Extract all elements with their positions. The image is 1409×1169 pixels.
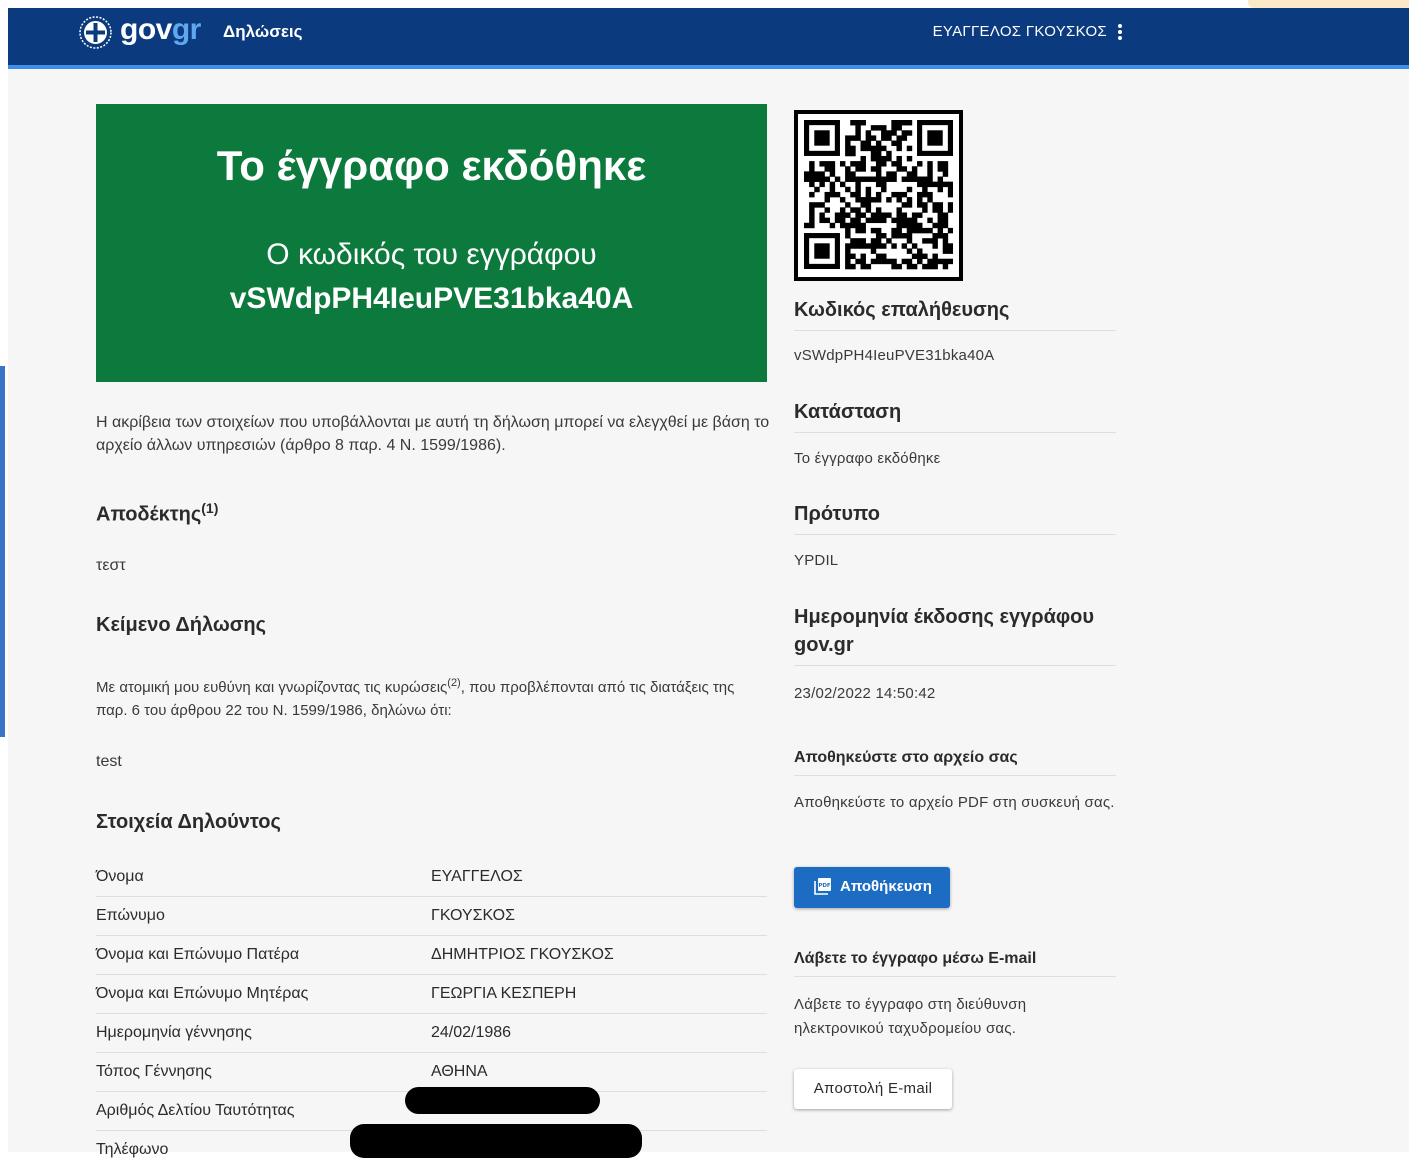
logo-main: gov xyxy=(120,13,172,46)
recipient-heading: Αποδέκτης(1) xyxy=(96,495,218,528)
declaration-heading: Κείμενο Δήλωσης xyxy=(96,614,267,636)
header-accent-line xyxy=(8,65,1409,69)
issue-date-value: 23/02/2022 14:50:42 xyxy=(794,685,936,702)
browser-tab-edge xyxy=(1248,0,1409,8)
footnote-1[interactable]: (1) xyxy=(201,500,218,516)
svg-text:PDF: PDF xyxy=(818,883,831,889)
banner-subtitle: Ο κωδικός του εγγράφου xyxy=(266,238,597,271)
declarant-table: Όνομα ΕΥΑΓΓΕΛΟΣ Επώνυμο ΓΚΟΥΣΚΟΣ Όνομα κ… xyxy=(96,858,767,1169)
save-button-label: Αποθήκευση xyxy=(840,878,932,895)
row-value: ΓΚΟΥΣΚΟΣ xyxy=(431,907,515,924)
row-label: Τηλέφωνο xyxy=(96,1141,169,1158)
table-row: Όνομα και Επώνυμο Μητέρας ΓΕΩΡΓΙΑ ΚΕΣΠΕΡ… xyxy=(96,975,767,1014)
save-pdf-button[interactable]: PDF Αποθήκευση xyxy=(794,867,950,908)
issued-banner: Το έγγραφο εκδόθηκε Ο κωδικός του εγγράφ… xyxy=(96,104,767,382)
email-heading: Λάβετε το έγγραφο μέσω E-mail xyxy=(794,948,1116,977)
table-row: Όνομα και Επώνυμο Πατέρα ΔΗΜΗΤΡΙΟΣ ΓΚΟΥΣ… xyxy=(96,936,767,975)
row-label: Όνομα και Επώνυμο Πατέρα xyxy=(96,946,300,963)
app-header xyxy=(8,8,1409,65)
banner-title: Το έγγραφο εκδόθηκε xyxy=(216,142,647,189)
row-label: Αριθμός Δελτίου Ταυτότητας xyxy=(96,1102,295,1119)
status-heading: Κατάσταση xyxy=(794,398,1116,433)
row-label: Ημερομηνία γέννησης xyxy=(96,1024,252,1041)
nav-title-declarations[interactable]: Δηλώσεις xyxy=(223,22,302,42)
declarant-heading: Στοιχεία Δηλούντος xyxy=(96,811,281,833)
template-heading: Πρότυπο xyxy=(794,500,1116,535)
template-value: YPDIL xyxy=(794,552,839,569)
row-value: ΑΘΗΝΑ xyxy=(431,1063,488,1080)
row-value: ΔΗΜΗΤΡΙΟΣ ΓΚΟΥΣΚΟΣ xyxy=(431,946,614,963)
greek-emblem-icon[interactable] xyxy=(79,16,112,49)
recipient-heading-text: Αποδέκτης xyxy=(96,503,202,526)
row-label: Όνομα και Επώνυμο Μητέρας xyxy=(96,985,309,1002)
table-row: Όνομα ΕΥΑΓΓΕΛΟΣ xyxy=(96,858,767,897)
save-description: Αποθηκεύστε το αρχείο PDF στη συσκευή σα… xyxy=(794,794,1115,811)
row-label: Όνομα xyxy=(96,868,144,885)
issue-date-heading: Ημερομηνία έκδοσης εγγράφου gov.gr xyxy=(794,603,1116,666)
more-vert-icon[interactable] xyxy=(1117,23,1123,41)
row-value: 24/02/1986 xyxy=(431,1024,512,1041)
redaction-phone xyxy=(350,1124,642,1158)
redaction-id-number xyxy=(405,1087,600,1114)
verification-code-heading: Κωδικός επαλήθευσης xyxy=(794,296,1116,331)
declaration-statement: Με ατομική μου ευθύνη και γνωρίζοντας τι… xyxy=(96,672,756,722)
banner-document-code: vSWdpPH4IeuPVE31bka40A xyxy=(229,282,634,315)
logo-accent: gr xyxy=(171,13,202,46)
declaration-text-before: Με ατομική μου ευθύνη και γνωρίζοντας τι… xyxy=(96,679,448,696)
user-name[interactable]: ΕΥΑΓΓΕΛΟΣ ΓΚΟΥΣΚΟΣ xyxy=(933,23,1107,41)
table-row: Ημερομηνία γέννησης 24/02/1986 xyxy=(96,1014,767,1053)
table-row: Επώνυμο ΓΚΟΥΣΚΟΣ xyxy=(96,897,767,936)
status-value: Το έγγραφο εκδόθηκε xyxy=(794,450,941,467)
footnote-2[interactable]: (2) xyxy=(447,677,460,689)
row-label: Επώνυμο xyxy=(96,907,165,924)
row-value: ΕΥΑΓΓΕΛΟΣ xyxy=(431,868,523,885)
pdf-icon: PDF xyxy=(814,878,831,895)
row-value: ΓΕΩΡΓΙΑ ΚΕΣΠΕΡΗ xyxy=(431,985,577,1002)
row-label: Τόπος Γέννησης xyxy=(96,1063,212,1080)
send-email-button[interactable]: Αποστολή E-mail xyxy=(794,1069,952,1109)
save-heading: Αποθηκεύστε στο αρχείο σας xyxy=(794,747,1116,776)
email-description: Λάβετε το έγγραφο στη διεύθυνση ηλεκτρον… xyxy=(794,996,1027,1037)
accuracy-notice: Η ακρίβεια των στοιχείων που υποβάλλοντα… xyxy=(96,414,770,454)
govgr-logo[interactable]: govgr xyxy=(120,13,201,47)
qr-code-icon xyxy=(794,110,963,281)
declaration-body: test xyxy=(96,753,122,770)
left-edge-bar xyxy=(0,366,5,737)
verification-code-value: vSWdpPH4IeuPVE31bka40A xyxy=(794,347,995,364)
recipient-value: τεστ xyxy=(96,557,126,574)
